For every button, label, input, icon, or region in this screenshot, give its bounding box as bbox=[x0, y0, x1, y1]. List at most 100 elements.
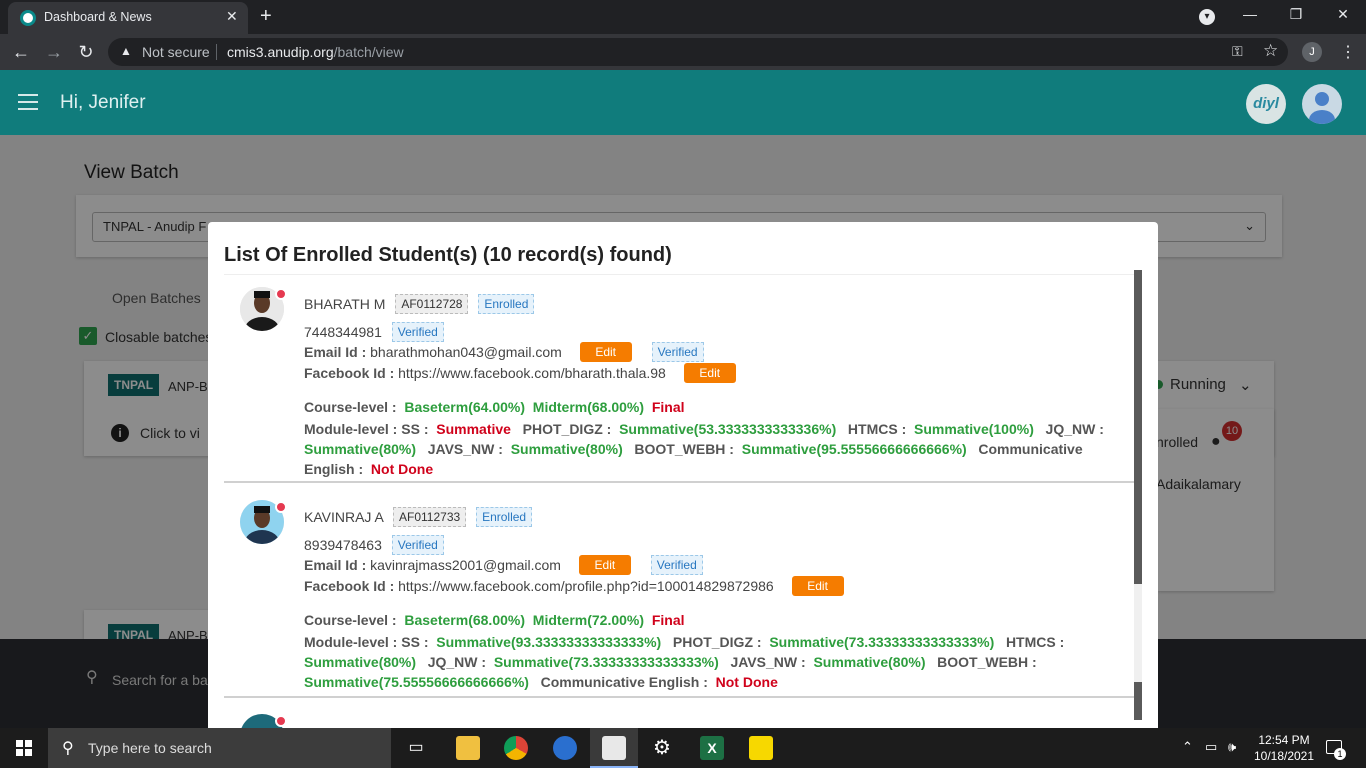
modal-scrollbar[interactable] bbox=[1134, 270, 1142, 720]
phone-row: 7448344981 Verified bbox=[304, 322, 444, 342]
reload-icon[interactable]: ↻ bbox=[75, 42, 97, 63]
course-final: Final bbox=[651, 399, 685, 415]
edit-facebook-button[interactable]: Edit bbox=[683, 363, 736, 383]
forward-icon[interactable]: → bbox=[43, 42, 65, 63]
jenifer-app-icon bbox=[602, 736, 626, 760]
excel-icon[interactable]: X bbox=[700, 736, 724, 760]
url-text[interactable]: cmis3.anudip.org/batch/view bbox=[227, 44, 404, 60]
student-name: KAVINRAJ A bbox=[304, 509, 384, 525]
module-jq-nw: Summative(80%) bbox=[304, 441, 417, 457]
hamburger-menu-icon[interactable] bbox=[18, 94, 38, 110]
edit-email-button[interactable]: Edit bbox=[579, 342, 632, 362]
module-communicative-english: Not Done bbox=[370, 461, 434, 477]
email-verified-badge: Verified bbox=[650, 555, 703, 575]
student-header: BHARATH M AF0112728 Enrolled bbox=[304, 294, 535, 314]
taskbar-search[interactable]: ⚲ Type here to search bbox=[48, 728, 391, 768]
task-view-icon[interactable]: ▭ bbox=[404, 736, 428, 760]
course-level-label: Course-level : bbox=[304, 399, 397, 415]
diyl-logo[interactable]: diyl bbox=[1246, 84, 1286, 124]
facebook-row: Facebook Id : https://www.facebook.com/b… bbox=[304, 363, 736, 383]
enrolled-badge: Enrolled bbox=[476, 507, 533, 527]
key-icon[interactable]: ⚿ bbox=[1232, 43, 1243, 60]
student-email: kavinrajmass2001@gmail.com bbox=[370, 557, 561, 573]
module-ss: Summative bbox=[436, 421, 511, 437]
taskbar-search-placeholder: Type here to search bbox=[88, 740, 212, 756]
scrollbar-thumb-lower[interactable] bbox=[1134, 682, 1142, 720]
chevron-up-icon[interactable]: ⌃ bbox=[1182, 739, 1193, 755]
edit-facebook-button[interactable]: Edit bbox=[791, 576, 844, 596]
module-javs-nw: Summative(80%) bbox=[510, 441, 623, 457]
enrolled-badge: Enrolled bbox=[478, 294, 535, 314]
windows-start-icon[interactable] bbox=[16, 740, 32, 756]
system-clock[interactable]: 12:54 PM 10/18/2021 bbox=[1252, 732, 1316, 764]
minimize-icon[interactable]: — bbox=[1240, 6, 1260, 22]
user-avatar-icon[interactable] bbox=[1302, 84, 1342, 124]
url-host: cmis3.anudip.org bbox=[227, 44, 334, 60]
student-name: BHARATH M bbox=[304, 296, 386, 312]
settings-gear-icon[interactable]: ⚙ bbox=[650, 736, 674, 760]
course-midterm: Midterm(72.00%) bbox=[532, 612, 645, 628]
app-header: Hi, Jenifer diyl bbox=[0, 70, 1366, 135]
volume-icon[interactable]: 🕪 bbox=[1228, 739, 1236, 755]
student-list[interactable]: BHARATH M AF0112728 Enrolled 7448344981 … bbox=[224, 274, 1142, 728]
module-htmcs: Summative(80%) bbox=[304, 654, 417, 670]
email-verified-badge: Verified bbox=[651, 342, 704, 362]
student-card: BHARATH M AF0112728 Enrolled 7448344981 … bbox=[224, 274, 1134, 483]
close-tab-icon[interactable]: ✕ bbox=[226, 8, 238, 25]
course-final: Final bbox=[651, 612, 685, 628]
search-icon: ⚲ bbox=[62, 740, 74, 757]
not-secure-label[interactable]: Not secure bbox=[142, 44, 210, 60]
student-id-badge: AF0112733 bbox=[393, 507, 467, 527]
module-ss: Summative(93.33333333333333%) bbox=[436, 634, 662, 650]
email-label: Email Id : bbox=[304, 344, 367, 360]
profile-avatar[interactable]: J bbox=[1302, 42, 1322, 62]
student-card bbox=[224, 700, 1134, 728]
course-level-label: Course-level : bbox=[304, 612, 397, 628]
file-explorer-icon[interactable] bbox=[456, 736, 480, 760]
scrollbar-thumb[interactable] bbox=[1134, 270, 1142, 584]
close-window-icon[interactable]: ✕ bbox=[1333, 6, 1353, 23]
course-baseterm: Baseterm(68.00%) bbox=[404, 612, 525, 628]
address-bar[interactable]: ▲ Not secure cmis3.anudip.org/batch/view… bbox=[108, 38, 1288, 66]
status-dot bbox=[275, 715, 287, 727]
site-favicon-icon bbox=[20, 10, 36, 26]
paint-icon[interactable] bbox=[553, 736, 577, 760]
url-path: /batch/view bbox=[333, 44, 404, 60]
modal-title: List Of Enrolled Student(s) (10 record(s… bbox=[224, 244, 672, 266]
warning-icon[interactable]: ▲ bbox=[120, 44, 132, 58]
email-row: Email Id : kavinrajmass2001@gmail.com Ed… bbox=[304, 555, 703, 575]
student-phone: 8939478463 bbox=[304, 537, 382, 553]
chrome-icon[interactable] bbox=[504, 736, 528, 760]
clock-date: 10/18/2021 bbox=[1253, 749, 1315, 763]
status-dot bbox=[275, 501, 287, 513]
clock-time: 12:54 PM bbox=[1258, 733, 1310, 747]
facebook-label: Facebook Id : bbox=[304, 578, 395, 594]
module-level-label: Module-level : bbox=[304, 421, 398, 437]
module-level-label: Module-level : bbox=[304, 634, 398, 650]
student-facebook: https://www.facebook.com/profile.php?id=… bbox=[398, 578, 774, 594]
sticky-notes-icon[interactable] bbox=[749, 736, 773, 760]
enrolled-students-modal: List Of Enrolled Student(s) (10 record(s… bbox=[208, 222, 1158, 728]
module-javs-nw: Summative(80%) bbox=[813, 654, 926, 670]
phone-verified-badge: Verified bbox=[391, 322, 444, 342]
course-level-row: Course-level : Baseterm(64.00%) Midterm(… bbox=[304, 399, 685, 415]
back-icon[interactable]: ← bbox=[10, 42, 32, 63]
bookmark-star-icon[interactable]: ☆ bbox=[1263, 41, 1278, 61]
student-header: KAVINRAJ A AF0112733 Enrolled bbox=[304, 507, 533, 527]
course-baseterm: Baseterm(64.00%) bbox=[404, 399, 525, 415]
network-icon[interactable]: ▭ bbox=[1205, 739, 1217, 755]
browser-tab[interactable]: Dashboard & News ✕ bbox=[8, 2, 248, 34]
student-card: KAVINRAJ A AF0112733 Enrolled 8939478463… bbox=[224, 484, 1134, 698]
tab-search-icon[interactable]: ▾ bbox=[1199, 9, 1215, 25]
module-boot-webh: Summative(75.55556666666666%) bbox=[304, 674, 529, 690]
new-tab-icon[interactable]: + bbox=[260, 5, 272, 28]
restore-icon[interactable]: ❐ bbox=[1286, 6, 1306, 23]
student-facebook: https://www.facebook.com/bharath.thala.9… bbox=[398, 365, 666, 381]
status-dot bbox=[275, 288, 287, 300]
facebook-row: Facebook Id : https://www.facebook.com/p… bbox=[304, 576, 844, 596]
module-phot-digz: Summative(73.33333333333333%) bbox=[769, 634, 995, 650]
edit-email-button[interactable]: Edit bbox=[578, 555, 631, 575]
active-app-indicator[interactable] bbox=[590, 728, 638, 768]
menu-kebab-icon[interactable]: ⋮ bbox=[1340, 42, 1356, 62]
omnibox-divider bbox=[216, 44, 217, 60]
